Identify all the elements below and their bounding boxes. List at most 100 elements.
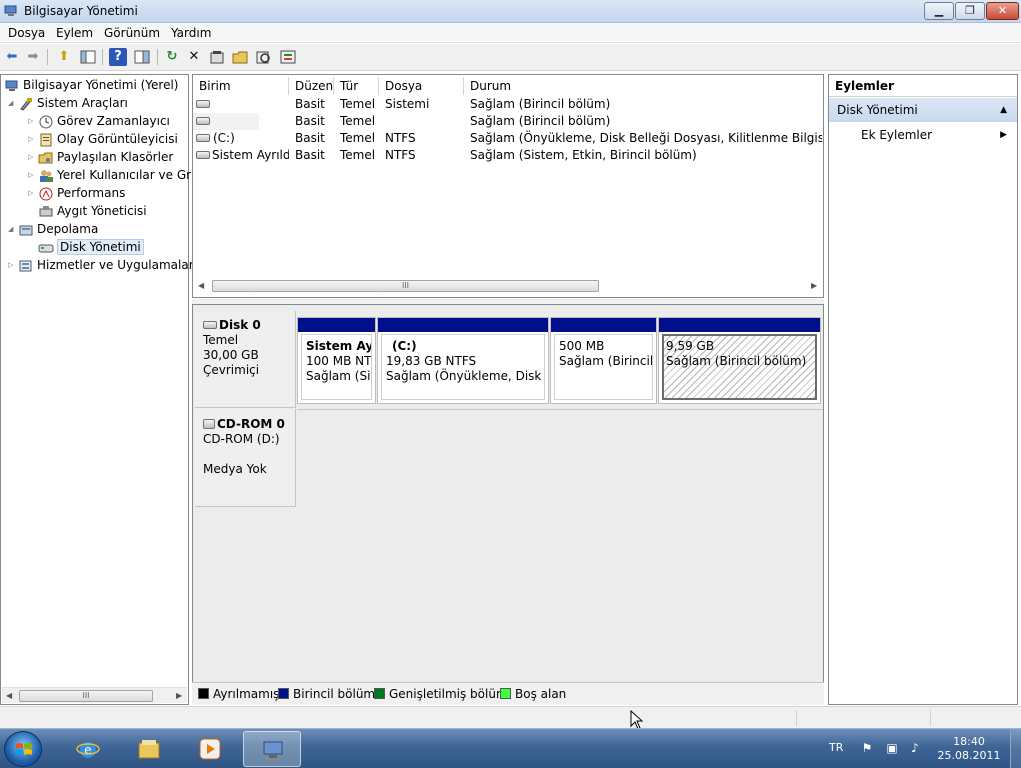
tree-item-device-manager[interactable]: Aygıt Yöneticisi [38,203,147,220]
column-header-layout[interactable]: Düzen [289,77,334,95]
column-header-file-system[interactable]: Dosya Sistemi [379,77,464,111]
window-title: Bilgisayar Yönetimi [24,4,138,18]
taskbar-media-player[interactable] [181,731,239,767]
language-indicator[interactable]: TR [829,741,843,754]
collapse-up-icon[interactable]: ▲ [1000,98,1007,122]
menu-view[interactable]: Görünüm [104,26,160,40]
computer-management-icon [263,741,283,760]
action-more-actions[interactable]: Ek Eylemler ▶ [829,125,1017,145]
tree-item-computer-management[interactable]: Bilgisayar Yönetimi (Yerel) [4,77,178,94]
tools-icon [20,97,32,111]
scroll-left-icon[interactable]: ◀ [198,281,204,290]
legend-primary: Birincil bölüm [278,687,375,701]
tree-item-event-viewer[interactable]: ▷ Olay Görüntüleyicisi [28,131,178,148]
open-folder-icon[interactable] [231,48,249,66]
submenu-arrow-icon: ▶ [1000,130,1007,140]
collapsed-triangle-icon[interactable]: ▷ [8,257,18,274]
back-icon[interactable]: ⬅ [3,48,21,66]
partition-header [551,318,656,332]
system-clock[interactable]: 18:40 25.08.2011 [930,735,1008,763]
cdrom-media-area[interactable] [297,409,823,507]
expanded-triangle-icon[interactable]: ◢ [8,95,18,112]
taskbar-explorer[interactable] [120,731,178,767]
show-hide-tree-icon[interactable] [79,48,97,66]
tree-item-disk-management[interactable]: Disk Yönetimi [38,239,144,256]
scroll-right-icon[interactable]: ▶ [811,281,817,290]
maximize-button[interactable]: ❐ [955,2,985,20]
disk-graphical-view: Disk 0 Temel 30,00 GB Çevrimiçi Sistem A… [192,304,824,705]
help-icon[interactable]: ? [109,48,127,66]
taskbar-computer-management[interactable] [243,731,301,767]
menu-action[interactable]: Eylem [56,26,93,40]
tree-item-performance[interactable]: ▷ Performans [28,185,125,202]
status-segment [796,710,797,726]
tree-item-task-scheduler[interactable]: ▷ Görev Zamanlayıcı [28,113,170,130]
computer-management-icon [4,5,17,16]
tree-item-storage[interactable]: ◢ Depolama [8,221,98,238]
forward-icon[interactable]: ➡ [24,48,42,66]
partition-legend: Ayrılmamış Birincil bölüm Genişletilmiş … [192,682,824,705]
legend-extended: Genişletilmiş bölüm [374,687,508,701]
partition-system-reserved[interactable]: Sistem Ayrı 100 MB NTF Sağlam (Sist [297,317,376,404]
column-header-type[interactable]: Tür [334,77,379,95]
taskbar-internet-explorer[interactable]: e [59,731,117,767]
refresh-icon[interactable]: ↻ [163,48,181,66]
table-row[interactable]: (C:) Basit Temel NTFS Sağlam (Önyükleme,… [193,130,823,147]
table-row[interactable]: Basit Temel Sağlam (Birincil bölüm) [193,96,823,113]
volume-list-horizontal-scrollbar[interactable]: ◀ III ▶ [194,278,822,294]
tree-item-shared-folders[interactable]: ▷ Paylaşılan Klasörler [28,149,173,166]
actions-section-disk-management[interactable]: Disk Yönetimi ▲ [829,98,1017,122]
tree-item-services-applications[interactable]: ▷ Hizmetler ve Uygulamalar [8,257,194,274]
tree-horizontal-scrollbar[interactable]: ◀ III ▶ [2,687,187,703]
settings-icon[interactable] [279,48,297,66]
legend-swatch [374,688,385,699]
drive-icon [196,116,210,125]
action-center-icon[interactable]: ⚑ [859,740,875,756]
disk-0-label[interactable]: Disk 0 Temel 30,00 GB Çevrimiçi [195,311,296,408]
tree-item-system-tools[interactable]: ◢ Sistem Araçları [8,95,128,112]
partition-500mb[interactable]: 500 MB Sağlam (Birincil b [550,317,657,404]
collapsed-triangle-icon[interactable]: ▷ [28,131,38,148]
cdrom-0-label[interactable]: CD-ROM 0 CD-ROM (D:) Medya Yok [195,409,296,507]
menu-help[interactable]: Yardım [171,26,211,40]
scroll-thumb[interactable]: III [212,280,599,292]
properties-icon[interactable] [208,48,226,66]
navigation-tree: Bilgisayar Yönetimi (Yerel) ◢ Sistem Araç… [0,74,199,705]
show-action-pane-icon[interactable] [133,48,151,66]
network-icon[interactable]: ▣ [884,740,900,756]
tree-item-local-users[interactable]: ▷ Yerel Kullanıcılar ve Gru [28,167,199,184]
delete-icon[interactable]: ✕ [185,48,203,66]
menu-file[interactable]: Dosya [8,26,45,40]
table-row[interactable]: Sistem Ayrıldı Basit Temel NTFS Sağlam (… [193,147,823,164]
partition-9gb-selected[interactable]: 9,59 GB Sağlam (Birincil bölüm) [658,317,821,404]
scroll-thumb[interactable]: III [19,690,153,702]
column-header-status[interactable]: Durum [464,77,823,95]
collapsed-triangle-icon[interactable]: ▷ [28,149,38,166]
show-desktop-button[interactable] [1010,729,1021,768]
legend-swatch [278,688,289,699]
start-button[interactable] [4,731,42,767]
collapsed-triangle-icon[interactable]: ▷ [28,167,38,184]
column-header-volume[interactable]: Birim [193,77,289,95]
internet-explorer-icon: e [76,742,100,758]
minimize-button[interactable]: ▁ [924,2,954,20]
collapsed-triangle-icon[interactable]: ▷ [28,113,38,130]
performance-icon [39,187,53,200]
partition-c[interactable]: (C:) 19,83 GB NTFS Sağlam (Önyükleme, Di… [377,317,549,404]
taskbar: e TR ⚑ ▣ ♪ 18:40 25.08.2011 [0,728,1021,768]
find-icon[interactable] [255,48,273,66]
expanded-triangle-icon[interactable]: ◢ [8,221,18,238]
scroll-left-icon[interactable]: ◀ [6,691,12,700]
drive-icon [196,133,210,142]
up-folder-icon[interactable]: ⬆ [55,48,73,66]
scroll-right-icon[interactable]: ▶ [176,691,182,700]
collapsed-triangle-icon[interactable]: ▷ [28,185,38,202]
volume-icon[interactable]: ♪ [907,740,923,756]
close-button[interactable]: ✕ [986,2,1019,20]
status-segment [930,710,931,726]
disk-management-icon [38,244,54,252]
table-row[interactable]: Basit Temel Sağlam (Birincil bölüm) [193,113,823,130]
partition-header [659,318,820,332]
computer-management-icon [5,80,18,91]
partition-header [378,318,548,332]
